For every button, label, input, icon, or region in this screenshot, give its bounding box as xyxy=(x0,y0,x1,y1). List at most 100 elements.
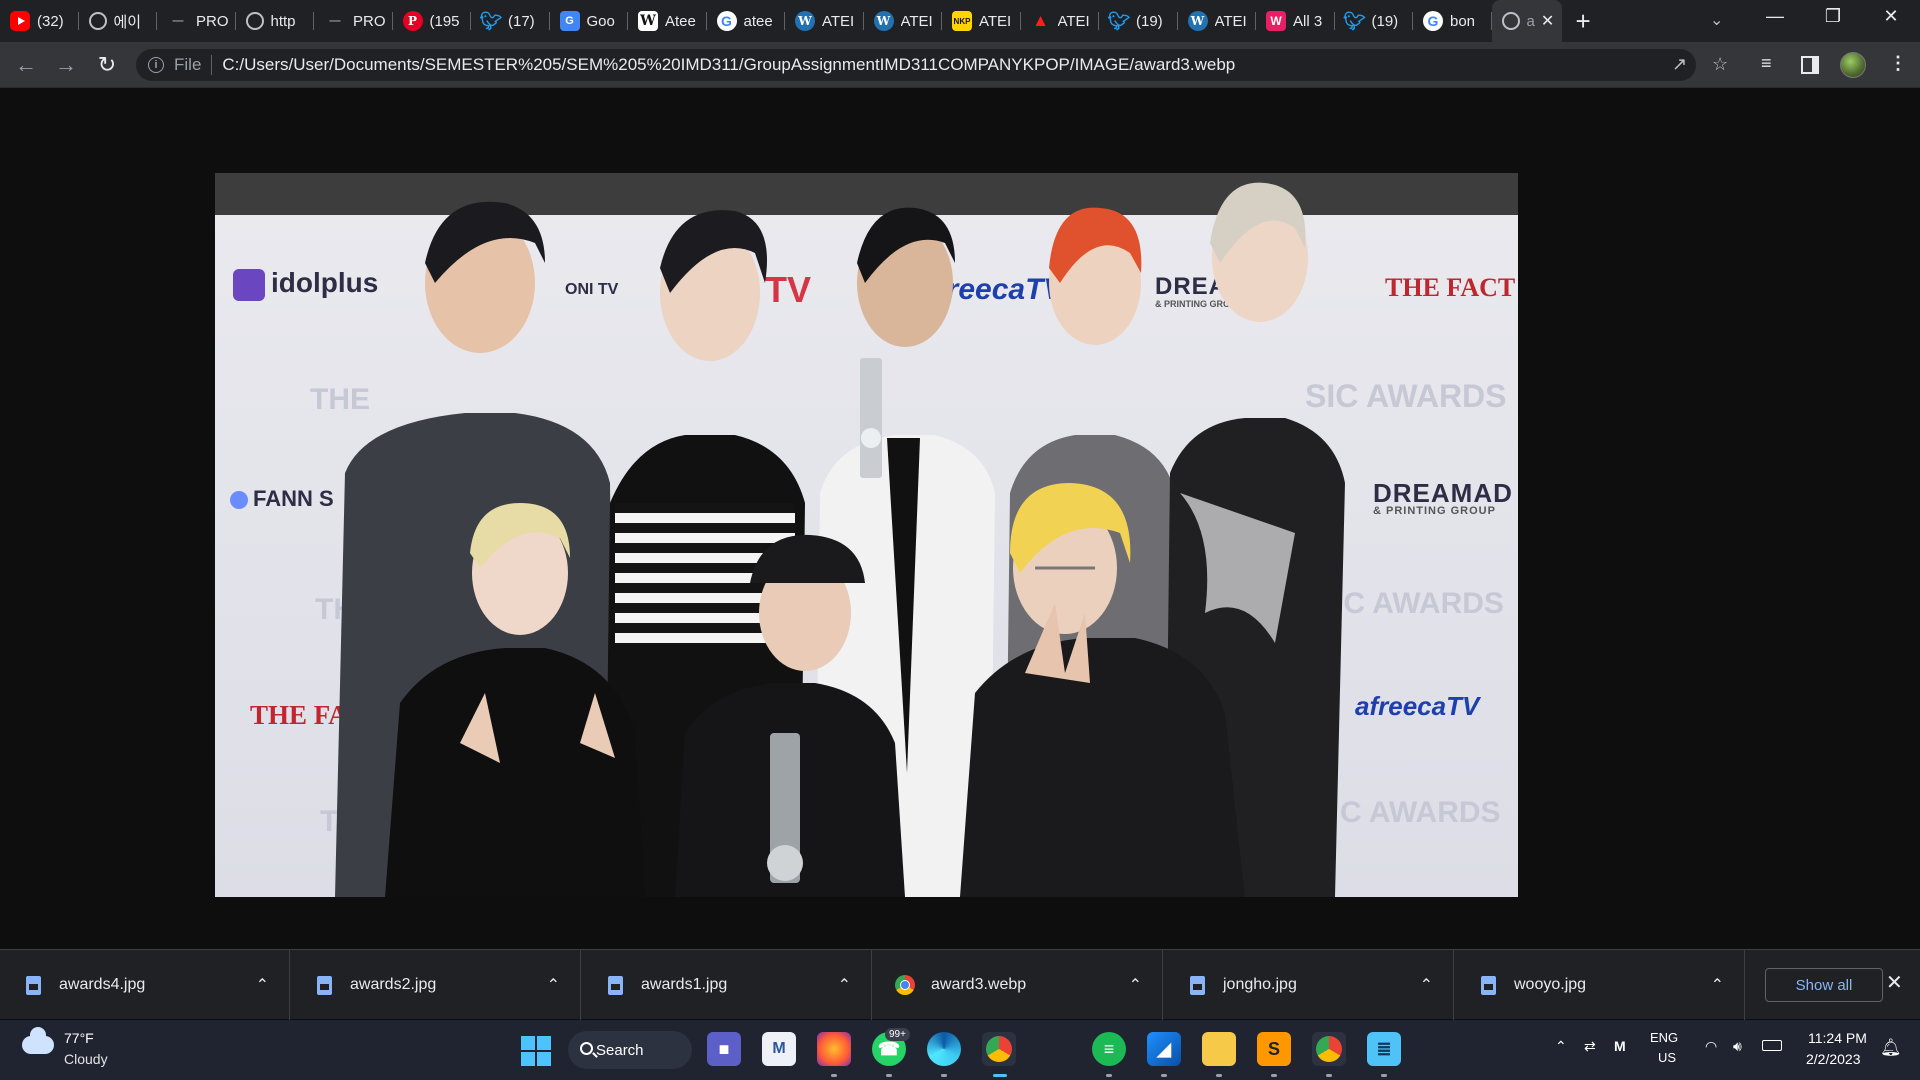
browser-tab[interactable]: Gbon xyxy=(1413,0,1492,42)
photos-icon[interactable]: ◢ xyxy=(1147,1032,1181,1066)
browser-tab[interactable]: W ATEI xyxy=(1178,0,1257,42)
browser-tab[interactable]: — PRO xyxy=(314,0,393,42)
browser-tab[interactable]: 🐦︎ (19) xyxy=(1335,0,1414,42)
download-item[interactable]: awards1.jpg ⌃ xyxy=(582,950,872,1020)
download-options-chevron-icon[interactable]: ⌃ xyxy=(547,975,560,995)
wifi-icon[interactable]: ◠ xyxy=(1705,1038,1717,1055)
tab-label: PRO xyxy=(196,12,229,30)
tab-label: Goo xyxy=(586,12,615,30)
address-scheme: File xyxy=(174,55,202,74)
browser-tab[interactable]: W Atee xyxy=(628,0,707,42)
download-item[interactable]: awards2.jpg ⌃ xyxy=(291,950,581,1020)
input-language[interactable]: ENG xyxy=(1650,1030,1678,1045)
close-tab-icon[interactable]: ✕ xyxy=(1541,11,1554,31)
browser-tab[interactable]: NKP ATEI xyxy=(942,0,1021,42)
battery-icon[interactable] xyxy=(1762,1040,1782,1051)
browser-tab[interactable]: W ATEI xyxy=(785,0,864,42)
site-info-icon[interactable]: i xyxy=(148,57,164,73)
browser-tab[interactable]: G Goo xyxy=(550,0,629,42)
download-item[interactable]: awards4.jpg ⌃ xyxy=(0,950,290,1020)
close-window-icon[interactable]: ✕ xyxy=(1868,6,1914,27)
tab-label: (32) xyxy=(37,12,64,30)
mail-icon[interactable]: M xyxy=(762,1032,796,1066)
browser-tab-active[interactable]: a ✕ xyxy=(1491,0,1562,42)
media-queue-icon[interactable]: ≡ xyxy=(1761,53,1772,74)
dash-icon: — xyxy=(329,15,341,27)
browser-tab[interactable]: 에이 xyxy=(79,0,158,42)
wikipedia-icon: W xyxy=(638,11,658,31)
new-tab-plus-icon[interactable]: + xyxy=(1576,8,1591,34)
download-filename: awards2.jpg xyxy=(350,976,437,993)
edge-running-indicator xyxy=(941,1074,947,1077)
forward-arrow-icon[interactable]: → xyxy=(52,51,80,79)
show-all-button[interactable]: Show all xyxy=(1765,968,1883,1002)
browser-tab[interactable]: 🐦︎ (17) xyxy=(471,0,550,42)
download-options-chevron-icon[interactable]: ⌃ xyxy=(1711,975,1724,995)
download-item[interactable]: award3.webp ⌃ xyxy=(873,950,1163,1020)
download-item[interactable]: wooyo.jpg ⌃ xyxy=(1455,950,1745,1020)
download-options-chevron-icon[interactable]: ⌃ xyxy=(1420,975,1433,995)
browser-tab[interactable]: (32) xyxy=(0,0,79,42)
download-item[interactable]: jongho.jpg ⌃ xyxy=(1164,950,1454,1020)
browser-tab[interactable]: W All 3 xyxy=(1256,0,1335,42)
back-arrow-icon[interactable]: ← xyxy=(12,51,40,79)
tab-strip: (32) 에이 — PRO http — PRO P (195 🐦︎ (17) G Goo W Atee Ga… xyxy=(0,0,1920,42)
google-icon: G xyxy=(1423,11,1443,31)
notepad-icon[interactable]: ≣ xyxy=(1367,1032,1401,1066)
mail-tray-icon[interactable]: M xyxy=(1614,1038,1626,1054)
clock-time[interactable]: 11:24 PM xyxy=(1808,1030,1867,1046)
side-panel-icon[interactable] xyxy=(1801,56,1819,74)
browser-tab[interactable]: http xyxy=(236,0,315,42)
reload-icon[interactable]: ↻ xyxy=(93,51,121,79)
edge-icon[interactable] xyxy=(927,1032,961,1066)
chrome-icon[interactable] xyxy=(982,1032,1016,1066)
browser-tab[interactable]: P (195 xyxy=(393,0,472,42)
browser-tab[interactable]: Gatee xyxy=(707,0,786,42)
address-url[interactable]: C:/Users/User/Documents/SEMESTER%205/SEM… xyxy=(222,55,1235,75)
network-sync-icon[interactable]: ⇄ xyxy=(1584,1038,1596,1055)
notification-bell-icon[interactable]: 🔔︎ xyxy=(1880,1038,1902,1058)
windows-start-icon[interactable] xyxy=(521,1036,551,1066)
tab-label: ATEI xyxy=(822,12,855,30)
browser-tab[interactable]: — PRO xyxy=(157,0,236,42)
image-file-icon xyxy=(1481,975,1496,995)
browser-tab[interactable]: ▲ ATEI xyxy=(1021,0,1100,42)
pinterest-icon: P xyxy=(402,11,423,31)
firefox-running-indicator xyxy=(831,1074,837,1077)
wordpress-icon: W xyxy=(873,11,894,31)
minimize-icon[interactable]: — xyxy=(1752,6,1798,27)
sublime-text-icon[interactable]: S xyxy=(1257,1032,1291,1066)
share-icon[interactable]: ↗ xyxy=(1672,54,1687,75)
tab-label: bon xyxy=(1450,12,1476,30)
download-filename: award3.webp xyxy=(931,976,1027,993)
volume-icon[interactable]: 🔊︎ xyxy=(1733,1038,1742,1055)
tab-search-chevron-icon[interactable]: ⌄ xyxy=(1710,10,1723,30)
download-options-chevron-icon[interactable]: ⌃ xyxy=(1129,975,1142,995)
restore-icon[interactable]: ❐ xyxy=(1810,6,1856,27)
tab-label: All 3 xyxy=(1293,12,1323,30)
spotify-icon[interactable]: ≡ xyxy=(1092,1032,1126,1066)
taskbar-search-button[interactable]: Search xyxy=(568,1031,692,1069)
profile-avatar[interactable] xyxy=(1840,52,1866,78)
bookmark-star-icon[interactable]: ☆ xyxy=(1712,54,1728,75)
globe-icon xyxy=(1501,12,1520,30)
wordpress-icon: W xyxy=(1187,11,1208,31)
close-download-bar-icon[interactable]: ✕ xyxy=(1886,970,1903,995)
firefox-icon[interactable] xyxy=(817,1032,851,1066)
image-file-icon xyxy=(317,975,332,995)
twitter-icon: 🐦︎ xyxy=(1343,10,1366,31)
file-explorer-icon[interactable] xyxy=(1202,1032,1236,1066)
clock-date[interactable]: 2/2/2023 xyxy=(1806,1051,1861,1067)
chrome-profile-icon[interactable] xyxy=(1312,1032,1346,1066)
teams-chat-icon[interactable]: ■ xyxy=(707,1032,741,1066)
browser-tab[interactable]: W ATEI xyxy=(864,0,943,42)
address-bar[interactable]: i File C:/Users/User/Documents/SEMESTER%… xyxy=(136,49,1728,81)
download-options-chevron-icon[interactable]: ⌃ xyxy=(838,975,851,995)
input-region[interactable]: US xyxy=(1658,1050,1676,1065)
show-hidden-icons-icon[interactable]: ⌃ xyxy=(1555,1038,1567,1055)
download-options-chevron-icon[interactable]: ⌃ xyxy=(256,975,269,995)
image-file-icon xyxy=(608,975,623,995)
browser-tab[interactable]: 🐦︎ (19) xyxy=(1099,0,1178,42)
menu-kebab-icon[interactable]: ⋮ xyxy=(1889,53,1907,74)
explorer-running-indicator xyxy=(1216,1074,1222,1077)
